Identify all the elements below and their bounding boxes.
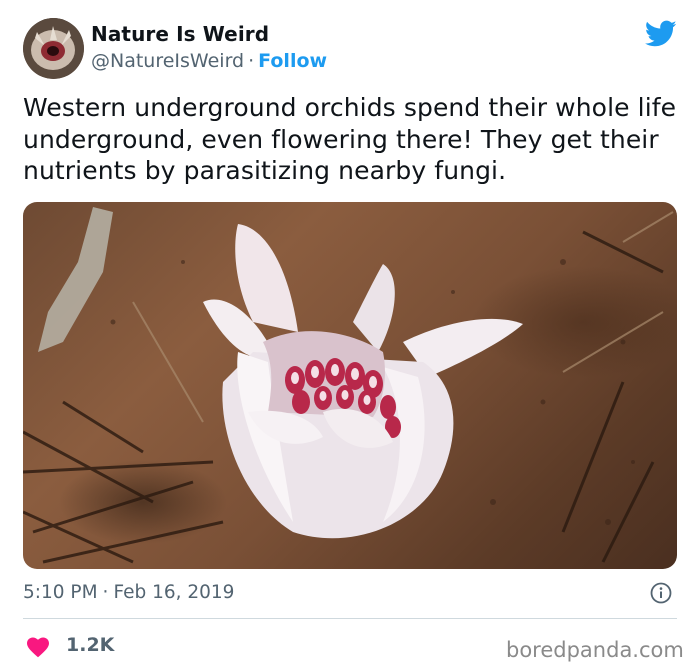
- tweet-timestamp[interactable]: 5:10 PM · Feb 16, 2019: [23, 582, 234, 603]
- separator: ·: [102, 582, 109, 603]
- handle[interactable]: @NatureIsWeird: [91, 50, 244, 72]
- twitter-bird-icon[interactable]: [645, 20, 677, 48]
- display-name[interactable]: Nature Is Weird: [91, 22, 269, 46]
- watermark: boredpanda.com: [506, 638, 684, 662]
- tweet-time: 5:10 PM: [23, 582, 98, 603]
- orchid-photo[interactable]: [23, 202, 677, 569]
- orchid-avatar-icon: [23, 18, 84, 79]
- avatar[interactable]: [23, 18, 84, 79]
- follow-button[interactable]: Follow: [258, 50, 327, 72]
- divider: [23, 618, 677, 619]
- orchid-flower-image: [23, 207, 674, 564]
- heart-icon[interactable]: [26, 636, 50, 658]
- info-icon[interactable]: [650, 582, 672, 604]
- tweet-text: Western underground orchids spend their …: [23, 93, 677, 185]
- tweet-date: Feb 16, 2019: [113, 582, 235, 603]
- separator: ·: [248, 50, 255, 72]
- like-count[interactable]: 1.2K: [66, 634, 114, 656]
- handle-row: @NatureIsWeird · Follow: [91, 50, 327, 72]
- tweet-card: Nature Is Weird @NatureIsWeird · Follow We…: [0, 0, 700, 672]
